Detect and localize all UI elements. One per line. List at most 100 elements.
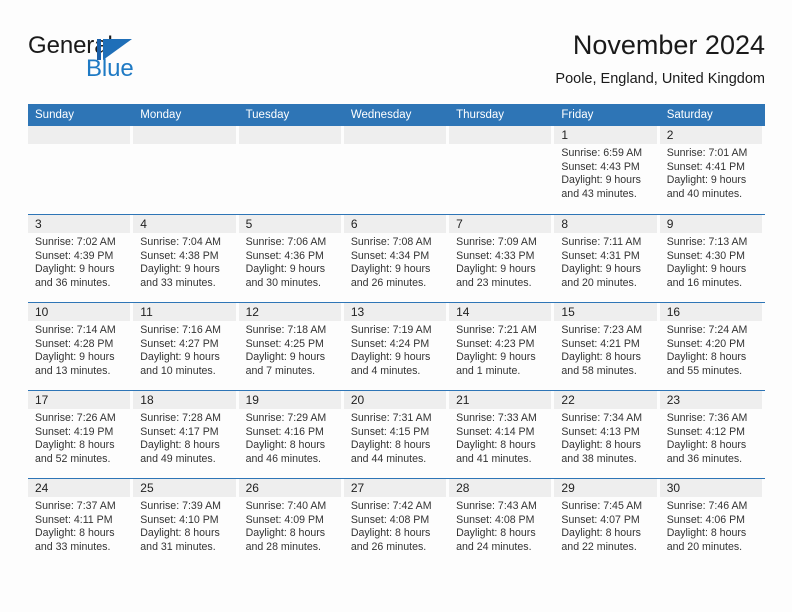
daylight-text-line1: Daylight: 9 hours xyxy=(666,174,747,187)
daylight-text-line1: Daylight: 9 hours xyxy=(140,351,220,364)
sunrise-text: Sunrise: 7:29 AM xyxy=(245,412,327,424)
day-cell[interactable]: 1 Sunrise: 6:59 AM Sunset: 4:43 PM Dayli… xyxy=(554,126,660,214)
sunset-text: Sunset: 4:27 PM xyxy=(140,337,219,350)
weekday-friday: Friday xyxy=(561,109,594,121)
day-cell[interactable]: 16 Sunrise: 7:24 AM Sunset: 4:20 PM Dayl… xyxy=(659,303,765,390)
day-cell[interactable]: 13 Sunrise: 7:19 AM Sunset: 4:24 PM Dayl… xyxy=(343,303,450,390)
sunrise-text: Sunrise: 7:06 AM xyxy=(245,236,327,248)
day-cell[interactable]: 20 Sunrise: 7:31 AM Sunset: 4:15 PM Dayl… xyxy=(343,391,450,478)
sunrise-text: Sunrise: 7:43 AM xyxy=(456,500,537,512)
daylight-text-line1: Daylight: 9 hours xyxy=(666,263,747,276)
day-details: Sunrise: 7:43 AM Sunset: 4:08 PM Dayligh… xyxy=(449,497,551,554)
day-details: Sunrise: 7:34 AM Sunset: 4:13 PM Dayligh… xyxy=(554,409,656,466)
day-cell[interactable]: 23 Sunrise: 7:36 AM Sunset: 4:12 PM Dayl… xyxy=(659,391,765,478)
daylight-text-line1: Daylight: 8 hours xyxy=(561,439,641,452)
sunset-text: Sunset: 4:23 PM xyxy=(456,337,535,350)
generalblue-logo[interactable]: General Blue xyxy=(28,32,238,90)
day-cell[interactable]: 22 Sunrise: 7:34 AM Sunset: 4:13 PM Dayl… xyxy=(554,391,660,478)
sunset-text: Sunset: 4:07 PM xyxy=(561,513,640,526)
daylight-text-line2: and 30 minutes. xyxy=(245,276,321,289)
calendar-grid: Sunday Monday Tuesday Wednesday Thursday… xyxy=(28,104,765,566)
day-details: Sunrise: 7:39 AM Sunset: 4:10 PM Dayligh… xyxy=(133,497,235,554)
day-number: 24 xyxy=(28,479,131,497)
day-cell[interactable]: 7 Sunrise: 7:09 AM Sunset: 4:33 PM Dayli… xyxy=(449,215,555,302)
daylight-text-line1: Daylight: 9 hours xyxy=(456,263,536,276)
day-cell[interactable]: 21 Sunrise: 7:33 AM Sunset: 4:14 PM Dayl… xyxy=(449,391,555,478)
day-cell[interactable]: 15 Sunrise: 7:23 AM Sunset: 4:21 PM Dayl… xyxy=(554,303,660,390)
day-cell[interactable]: 28 Sunrise: 7:43 AM Sunset: 4:08 PM Dayl… xyxy=(449,479,555,566)
day-cell[interactable]: 3 Sunrise: 7:02 AM Sunset: 4:39 PM Dayli… xyxy=(28,215,134,302)
day-cell[interactable]: 26 Sunrise: 7:40 AM Sunset: 4:09 PM Dayl… xyxy=(238,479,344,566)
day-number xyxy=(449,126,552,144)
week-row: 1 Sunrise: 6:59 AM Sunset: 4:43 PM Dayli… xyxy=(28,126,765,214)
day-cell[interactable]: 30 Sunrise: 7:46 AM Sunset: 4:06 PM Dayl… xyxy=(659,479,765,566)
daylight-text-line2: and 52 minutes. xyxy=(35,452,111,465)
day-cell[interactable] xyxy=(238,126,344,214)
day-number: 22 xyxy=(554,391,657,409)
day-number xyxy=(238,126,341,144)
day-cell[interactable]: 18 Sunrise: 7:28 AM Sunset: 4:17 PM Dayl… xyxy=(133,391,239,478)
sunset-text: Sunset: 4:06 PM xyxy=(666,513,746,526)
daylight-text-line1: Daylight: 8 hours xyxy=(35,439,115,452)
week-row: 24 Sunrise: 7:37 AM Sunset: 4:11 PM Dayl… xyxy=(28,478,765,566)
daylight-text-line1: Daylight: 9 hours xyxy=(245,263,326,276)
day-cell[interactable] xyxy=(28,126,134,214)
day-details: Sunrise: 7:45 AM Sunset: 4:07 PM Dayligh… xyxy=(554,497,656,554)
daylight-text-line2: and 38 minutes. xyxy=(561,452,637,465)
daylight-text-line1: Daylight: 9 hours xyxy=(350,263,431,276)
day-cell[interactable]: 5 Sunrise: 7:06 AM Sunset: 4:36 PM Dayli… xyxy=(238,215,344,302)
day-details: Sunrise: 7:26 AM Sunset: 4:19 PM Dayligh… xyxy=(28,409,130,466)
day-cell[interactable]: 2 Sunrise: 7:01 AM Sunset: 4:41 PM Dayli… xyxy=(659,126,765,214)
sunrise-text: Sunrise: 7:39 AM xyxy=(140,500,221,512)
day-cell[interactable]: 8 Sunrise: 7:11 AM Sunset: 4:31 PM Dayli… xyxy=(554,215,660,302)
daylight-text-line2: and 1 minute. xyxy=(456,364,521,377)
sunset-text: Sunset: 4:25 PM xyxy=(245,337,324,350)
day-cell[interactable] xyxy=(449,126,555,214)
day-cell[interactable]: 24 Sunrise: 7:37 AM Sunset: 4:11 PM Dayl… xyxy=(28,479,134,566)
day-details: Sunrise: 7:06 AM Sunset: 4:36 PM Dayligh… xyxy=(239,233,341,290)
daylight-text-line1: Daylight: 9 hours xyxy=(35,351,115,364)
sunrise-text: Sunrise: 7:16 AM xyxy=(140,324,221,336)
day-details: Sunrise: 7:42 AM Sunset: 4:08 PM Dayligh… xyxy=(344,497,446,554)
sunset-text: Sunset: 4:21 PM xyxy=(561,337,640,350)
sunrise-text: Sunrise: 7:46 AM xyxy=(666,500,748,512)
day-cell[interactable] xyxy=(343,126,450,214)
day-cell[interactable]: 4 Sunrise: 7:04 AM Sunset: 4:38 PM Dayli… xyxy=(133,215,239,302)
day-cell[interactable]: 14 Sunrise: 7:21 AM Sunset: 4:23 PM Dayl… xyxy=(449,303,555,390)
daylight-text-line1: Daylight: 8 hours xyxy=(666,439,747,452)
day-details: Sunrise: 7:14 AM Sunset: 4:28 PM Dayligh… xyxy=(28,321,130,378)
day-cell[interactable]: 6 Sunrise: 7:08 AM Sunset: 4:34 PM Dayli… xyxy=(343,215,450,302)
sunrise-text: Sunrise: 7:40 AM xyxy=(245,500,327,512)
day-number: 10 xyxy=(28,303,131,321)
sunset-text: Sunset: 4:31 PM xyxy=(561,249,640,262)
sunset-text: Sunset: 4:17 PM xyxy=(140,425,219,438)
day-cell[interactable]: 9 Sunrise: 7:13 AM Sunset: 4:30 PM Dayli… xyxy=(659,215,765,302)
sunrise-text: Sunrise: 7:36 AM xyxy=(666,412,748,424)
day-cell[interactable]: 27 Sunrise: 7:42 AM Sunset: 4:08 PM Dayl… xyxy=(343,479,450,566)
daylight-text-line2: and 26 minutes. xyxy=(350,276,427,289)
day-cell[interactable]: 29 Sunrise: 7:45 AM Sunset: 4:07 PM Dayl… xyxy=(554,479,660,566)
daylight-text-line2: and 49 minutes. xyxy=(140,452,216,465)
day-cell[interactable]: 25 Sunrise: 7:39 AM Sunset: 4:10 PM Dayl… xyxy=(133,479,239,566)
sunrise-text: Sunrise: 7:42 AM xyxy=(350,500,432,512)
day-cell[interactable]: 10 Sunrise: 7:14 AM Sunset: 4:28 PM Dayl… xyxy=(28,303,134,390)
day-cell[interactable]: 11 Sunrise: 7:16 AM Sunset: 4:27 PM Dayl… xyxy=(133,303,239,390)
day-details xyxy=(449,144,551,147)
day-number: 13 xyxy=(343,303,447,321)
logo-text-blue: Blue xyxy=(86,55,134,82)
daylight-text-line1: Daylight: 9 hours xyxy=(561,263,641,276)
day-number: 21 xyxy=(449,391,552,409)
day-cell[interactable]: 12 Sunrise: 7:18 AM Sunset: 4:25 PM Dayl… xyxy=(238,303,344,390)
day-cell[interactable] xyxy=(133,126,239,214)
day-cell[interactable]: 19 Sunrise: 7:29 AM Sunset: 4:16 PM Dayl… xyxy=(238,391,344,478)
sunset-text: Sunset: 4:13 PM xyxy=(561,425,640,438)
day-number: 28 xyxy=(449,479,552,497)
sunrise-text: Sunrise: 7:21 AM xyxy=(456,324,537,336)
day-cell[interactable]: 17 Sunrise: 7:26 AM Sunset: 4:19 PM Dayl… xyxy=(28,391,134,478)
sunrise-text: Sunrise: 7:11 AM xyxy=(561,236,642,248)
day-details xyxy=(239,144,341,147)
day-details: Sunrise: 7:08 AM Sunset: 4:34 PM Dayligh… xyxy=(344,233,446,290)
day-details: Sunrise: 7:24 AM Sunset: 4:20 PM Dayligh… xyxy=(660,321,762,378)
sunrise-text: Sunrise: 7:24 AM xyxy=(666,324,748,336)
daylight-text-line2: and 43 minutes. xyxy=(561,187,637,200)
